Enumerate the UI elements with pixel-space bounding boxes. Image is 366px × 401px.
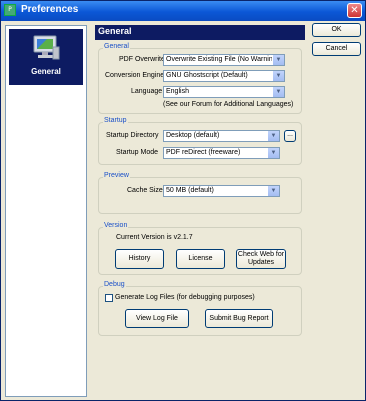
title-bar[interactable]: P Preferences ✕: [1, 1, 365, 21]
cancel-label: Cancel: [325, 45, 348, 52]
license-button[interactable]: License: [176, 249, 225, 269]
cache-size-label: Cache Size: [127, 187, 163, 194]
version-group-title: Version: [103, 222, 129, 229]
check-web-updates-button[interactable]: Check Web for Updates: [236, 249, 286, 269]
startup-mode-label: Startup Mode: [116, 149, 159, 156]
conversion-engine-value: GNU Ghostscript (Default): [166, 72, 248, 79]
generate-log-label: Generate Log Files (for debugging purpos…: [115, 294, 255, 301]
startup-directory-select[interactable]: Desktop (default) ▼: [163, 130, 280, 142]
history-label: History: [128, 255, 151, 262]
language-value: English: [166, 88, 189, 95]
chevron-down-icon: ▼: [272, 55, 284, 65]
chevron-down-icon: ▼: [272, 71, 284, 81]
startup-mode-value: PDF reDirect (freeware): [166, 149, 241, 156]
category-list: General: [5, 25, 87, 397]
chevron-down-icon: ▼: [267, 131, 279, 141]
view-log-file-label: View Log File: [136, 315, 178, 322]
window-title: Preferences: [21, 4, 79, 15]
conversion-engine-select[interactable]: GNU Ghostscript (Default) ▼: [163, 70, 285, 82]
submit-bug-report-button[interactable]: Submit Bug Report: [205, 309, 273, 328]
startup-group-title: Startup: [103, 117, 128, 124]
conversion-engine-label: Conversion Engine: [105, 72, 165, 79]
startup-mode-select[interactable]: PDF reDirect (freeware) ▼: [163, 147, 280, 159]
current-version: Current Version is v2.1.7: [116, 234, 193, 241]
computer-settings-icon: [33, 35, 60, 60]
preview-group-title: Preview: [103, 172, 130, 179]
check-web-label-line1: Check Web for: [237, 251, 285, 258]
chevron-down-icon: ▼: [267, 186, 279, 196]
ok-button[interactable]: OK: [312, 23, 361, 37]
startup-directory-label: Startup Directory: [106, 132, 159, 139]
nav-item-label: General: [31, 67, 61, 76]
pdf-overwrite-label: PDF Overwrite: [119, 56, 165, 63]
check-web-label-line2: Updates: [247, 259, 275, 266]
pdf-overwrite-select[interactable]: Overwrite Existing File (No Warning) ▼: [163, 54, 285, 66]
browse-label: ...: [287, 131, 293, 138]
submit-bug-report-label: Submit Bug Report: [209, 315, 269, 322]
preferences-window: P Preferences ✕ General General OK Cance…: [0, 0, 366, 401]
page-title: General: [98, 26, 132, 36]
debug-group-title: Debug: [103, 281, 126, 288]
cache-size-value: 50 MB (default): [166, 187, 214, 194]
cancel-button[interactable]: Cancel: [312, 42, 361, 56]
ok-label: OK: [331, 26, 342, 33]
view-log-file-button[interactable]: View Log File: [125, 309, 189, 328]
language-select[interactable]: English ▼: [163, 86, 285, 98]
license-label: License: [188, 255, 213, 262]
close-icon: ✕: [350, 5, 359, 16]
close-button[interactable]: ✕: [347, 3, 362, 18]
forum-note: (See our Forum for Additional Languages): [163, 101, 294, 108]
chevron-down-icon: ▼: [272, 87, 284, 97]
history-button[interactable]: History: [115, 249, 164, 269]
general-group-title: General: [103, 43, 130, 50]
pdf-overwrite-value: Overwrite Existing File (No Warning): [166, 56, 279, 63]
section-header: General: [95, 25, 305, 40]
nav-item-general[interactable]: General: [9, 29, 83, 85]
pdf-icon: P: [4, 4, 16, 16]
language-label: Language: [131, 88, 163, 95]
chevron-down-icon: ▼: [267, 148, 279, 158]
startup-directory-value: Desktop (default): [166, 132, 220, 139]
generate-log-checkbox[interactable]: [105, 294, 113, 302]
cache-size-select[interactable]: 50 MB (default) ▼: [163, 185, 280, 197]
browse-button[interactable]: ...: [284, 130, 296, 142]
